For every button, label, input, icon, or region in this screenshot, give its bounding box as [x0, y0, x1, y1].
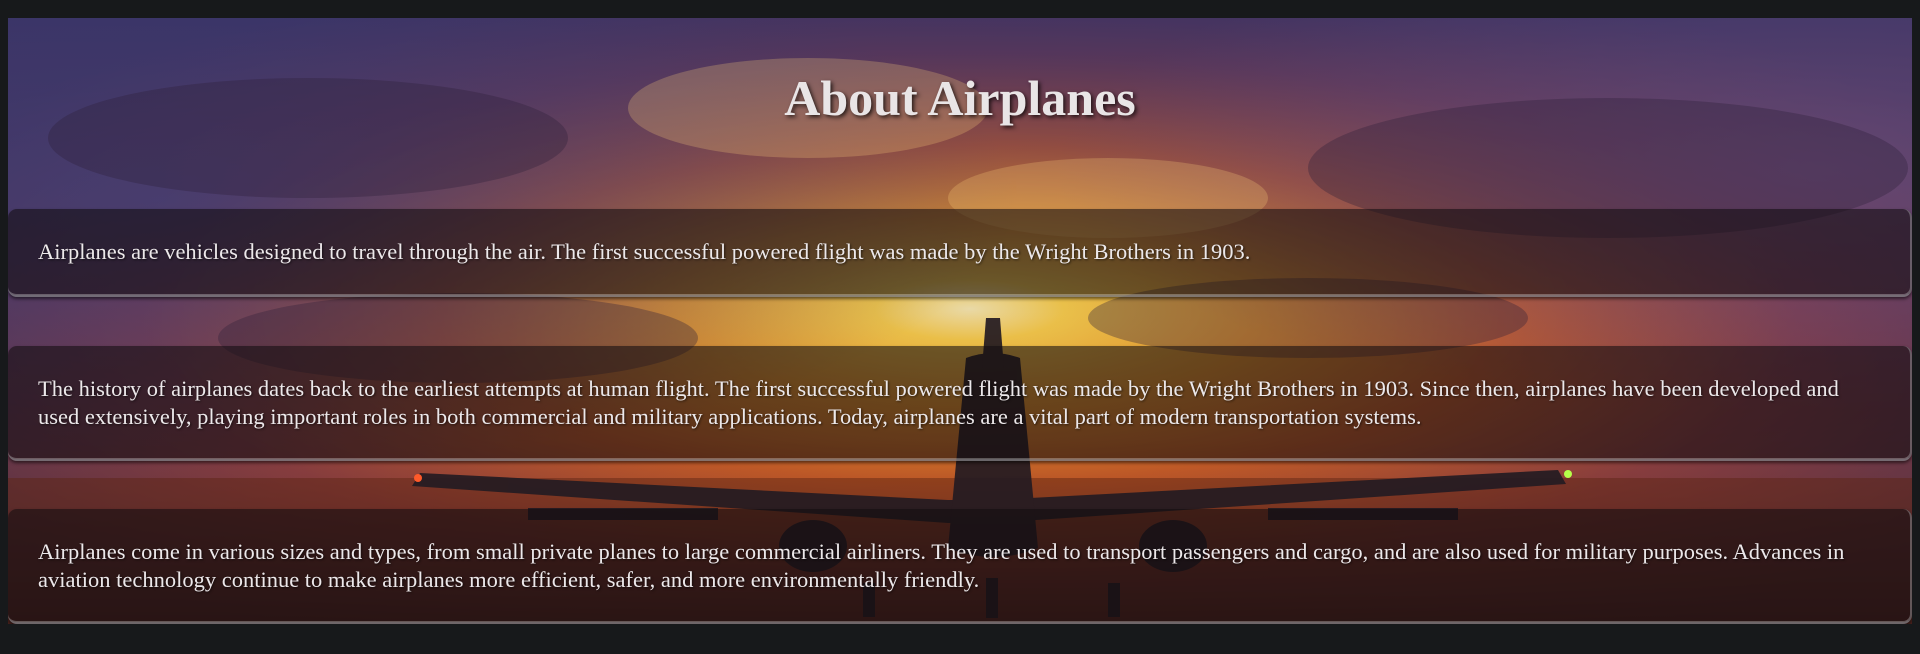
info-card-history: The history of airplanes dates back to t… [8, 346, 1912, 461]
info-card-text: Airplanes are vehicles designed to trave… [38, 239, 1251, 264]
info-card-intro: Airplanes are vehicles designed to trave… [8, 209, 1912, 297]
page-container: About Airplanes Airplanes are vehicles d… [8, 18, 1912, 624]
page-title: About Airplanes [784, 70, 1136, 126]
info-card-text: The history of airplanes dates back to t… [38, 375, 1839, 429]
info-card-text: Airplanes come in various sizes and type… [38, 538, 1845, 592]
info-card-types: Airplanes come in various sizes and type… [8, 509, 1912, 624]
